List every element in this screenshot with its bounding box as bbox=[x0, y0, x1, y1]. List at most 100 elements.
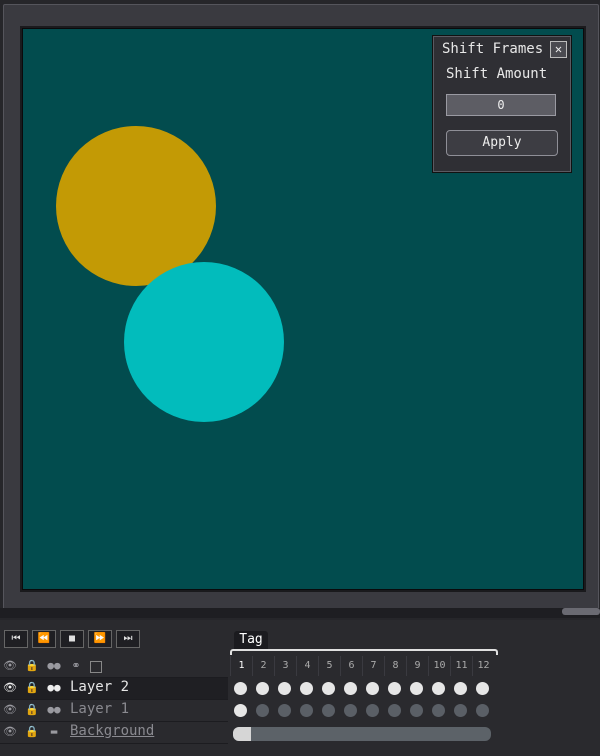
cel[interactable] bbox=[340, 678, 361, 699]
empty-cel-icon bbox=[366, 704, 379, 717]
eye-icon[interactable]: 👁 bbox=[2, 725, 18, 739]
filled-cel-icon bbox=[344, 682, 357, 695]
cel[interactable] bbox=[230, 678, 251, 699]
close-icon[interactable]: ✕ bbox=[550, 41, 567, 58]
eye-icon[interactable]: 👁 bbox=[2, 703, 18, 717]
first-frame-button[interactable]: ⏮ bbox=[4, 630, 28, 648]
frame-number[interactable]: 3 bbox=[274, 656, 296, 676]
app-window: Shift Frames ✕ Shift Amount 0 Apply ⏮ ⏪ … bbox=[0, 0, 600, 756]
lock-icon[interactable]: 🔒 bbox=[24, 681, 40, 695]
canvas-viewport: Shift Frames ✕ Shift Amount 0 Apply bbox=[0, 0, 600, 620]
filled-cel-icon bbox=[454, 682, 467, 695]
layer-row[interactable]: 👁 🔒 ▬ Background bbox=[0, 722, 228, 744]
cel[interactable] bbox=[384, 678, 405, 699]
empty-cel-icon bbox=[300, 704, 313, 717]
cel[interactable] bbox=[428, 700, 449, 721]
empty-cel-icon bbox=[388, 704, 401, 717]
cel[interactable] bbox=[230, 700, 251, 721]
cel[interactable] bbox=[362, 700, 383, 721]
cel-options-icon[interactable] bbox=[90, 661, 102, 673]
cel[interactable] bbox=[472, 700, 493, 721]
cel[interactable] bbox=[340, 700, 361, 721]
frame-number[interactable]: 5 bbox=[318, 656, 340, 676]
filled-cel-icon bbox=[410, 682, 423, 695]
next-frame-button[interactable]: ⏩ bbox=[88, 630, 112, 648]
link-icon[interactable]: ▬ bbox=[46, 725, 62, 739]
scrollbar-thumb[interactable] bbox=[562, 608, 600, 615]
filled-cel-icon bbox=[234, 704, 247, 717]
onion-skin-icon[interactable]: ●● bbox=[46, 659, 62, 673]
empty-cel-icon bbox=[256, 704, 269, 717]
empty-cel-icon bbox=[344, 704, 357, 717]
frame-number[interactable]: 8 bbox=[384, 656, 406, 676]
cel[interactable] bbox=[296, 700, 317, 721]
cel[interactable] bbox=[472, 678, 493, 699]
frame-number[interactable]: 12 bbox=[472, 656, 494, 676]
filled-cel-icon bbox=[388, 682, 401, 695]
shift-amount-label: Shift Amount bbox=[446, 66, 548, 82]
horizontal-scrollbar[interactable] bbox=[0, 608, 600, 618]
frame-number[interactable]: 2 bbox=[252, 656, 274, 676]
filled-cel-icon bbox=[278, 682, 291, 695]
cel[interactable] bbox=[318, 700, 339, 721]
layer-panel: 👁 🔒 ●● ⚭ 👁 🔒 ●● Layer 2 👁 🔒 ●● Layer 1 👁 bbox=[0, 656, 228, 756]
shift-amount-input[interactable]: 0 bbox=[446, 94, 556, 116]
layer-name[interactable]: Background bbox=[70, 723, 154, 739]
empty-cel-icon bbox=[454, 704, 467, 717]
cel[interactable] bbox=[296, 678, 317, 699]
filled-cel-icon bbox=[432, 682, 445, 695]
cyan-circle bbox=[124, 262, 284, 422]
apply-button[interactable]: Apply bbox=[446, 130, 558, 156]
eye-icon[interactable]: 👁 bbox=[2, 681, 18, 695]
empty-cel-icon bbox=[410, 704, 423, 717]
cel[interactable] bbox=[318, 678, 339, 699]
eye-icon[interactable]: 👁 bbox=[2, 659, 18, 673]
frame-grid: 1 2 3 4 5 6 7 8 9 10 11 12 bbox=[230, 656, 494, 756]
background-linked-cel-start bbox=[233, 727, 251, 741]
lock-icon[interactable]: 🔒 bbox=[24, 725, 40, 739]
last-frame-button[interactable]: ⏭ bbox=[116, 630, 140, 648]
cel[interactable] bbox=[384, 700, 405, 721]
empty-cel-icon bbox=[278, 704, 291, 717]
stop-button[interactable]: ■ bbox=[60, 630, 84, 648]
frame-number[interactable]: 1 bbox=[230, 656, 252, 676]
cel[interactable] bbox=[450, 700, 471, 721]
shift-frames-dialog: Shift Frames ✕ Shift Amount 0 Apply bbox=[433, 36, 571, 172]
onion-skin-icon[interactable]: ●● bbox=[46, 681, 62, 695]
frame-number[interactable]: 7 bbox=[362, 656, 384, 676]
frame-number[interactable]: 9 bbox=[406, 656, 428, 676]
layer-row[interactable]: 👁 🔒 ●● Layer 2 bbox=[0, 678, 228, 700]
cel[interactable] bbox=[406, 678, 427, 699]
frame-number[interactable]: 6 bbox=[340, 656, 362, 676]
filled-cel-icon bbox=[256, 682, 269, 695]
frame-number[interactable]: 10 bbox=[428, 656, 450, 676]
cel[interactable] bbox=[362, 678, 383, 699]
cel[interactable] bbox=[406, 700, 427, 721]
onion-skin-icon[interactable]: ●● bbox=[46, 703, 62, 717]
frame-number[interactable]: 4 bbox=[296, 656, 318, 676]
filled-cel-icon bbox=[322, 682, 335, 695]
prev-frame-button[interactable]: ⏪ bbox=[32, 630, 56, 648]
layer-name[interactable]: Layer 2 bbox=[70, 679, 129, 695]
lock-icon[interactable]: 🔒 bbox=[24, 703, 40, 717]
empty-cel-icon bbox=[476, 704, 489, 717]
layer-header-row: 👁 🔒 ●● ⚭ bbox=[0, 656, 228, 678]
link-icon[interactable]: ⚭ bbox=[68, 659, 84, 673]
cel[interactable] bbox=[274, 700, 295, 721]
layer-row[interactable]: 👁 🔒 ●● Layer 1 bbox=[0, 700, 228, 722]
cel[interactable] bbox=[450, 678, 471, 699]
frame-number[interactable]: 11 bbox=[450, 656, 472, 676]
layer-name[interactable]: Layer 1 bbox=[70, 701, 129, 717]
filled-cel-icon bbox=[234, 682, 247, 695]
empty-cel-icon bbox=[322, 704, 335, 717]
tag-label[interactable]: Tag bbox=[234, 631, 268, 649]
cel[interactable] bbox=[252, 678, 273, 699]
cel[interactable] bbox=[428, 678, 449, 699]
filled-cel-icon bbox=[476, 682, 489, 695]
cel[interactable] bbox=[252, 700, 273, 721]
lock-icon[interactable]: 🔒 bbox=[24, 659, 40, 673]
background-linked-cel-bar[interactable] bbox=[233, 727, 491, 741]
filled-cel-icon bbox=[366, 682, 379, 695]
cel[interactable] bbox=[274, 678, 295, 699]
empty-cel-icon bbox=[432, 704, 445, 717]
